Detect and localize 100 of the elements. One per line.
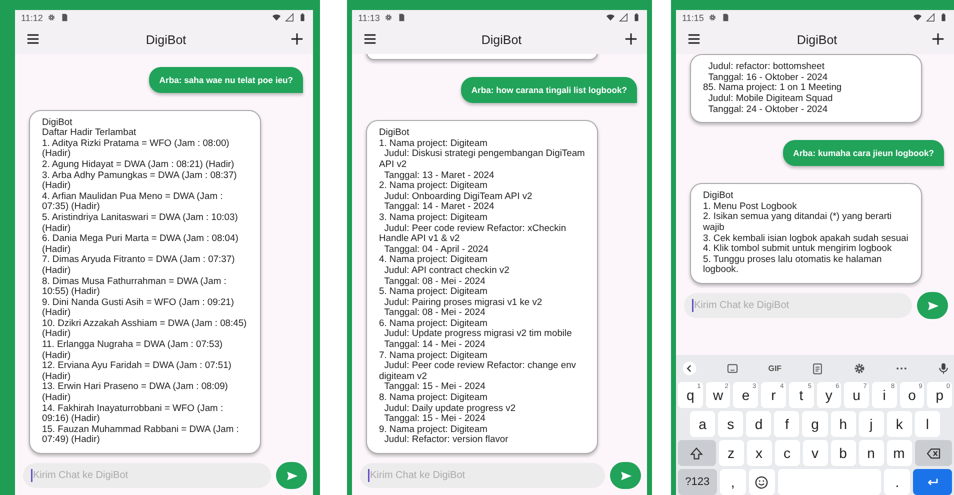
key[interactable]: x (746, 440, 772, 466)
message-line: 2. Agung Hidayat = DWA (Jam : 08:21) (Hadir) (42, 158, 236, 170)
sender-name: DigiBot (379, 127, 410, 138)
key[interactable]: , (720, 469, 746, 495)
message-line: 11. Erlangga Nugraha = DWA (Jam : 07:53) (Hadir) (42, 339, 224, 360)
message-line: 2. Isikan semua yang ditandai (*) yang berarti wajib (703, 211, 893, 233)
status-time: 11:15 (682, 12, 704, 22)
message-line: Judul: Peer code review Refactor: xCheckin Handle API v1 & v2 (379, 222, 568, 244)
chat-input-field[interactable]: Kirim Chat ke DigiBot (360, 463, 605, 488)
key[interactable]: h (830, 411, 856, 437)
backspace-key[interactable] (914, 440, 952, 466)
symbols-key[interactable]: ?123 (678, 469, 717, 495)
message-line: Tanggal: 16 - Oktober - 2024 (707, 72, 829, 82)
smiley-icon (754, 474, 770, 490)
key[interactable]: m (886, 440, 912, 466)
message-line: 1. Nama project: Digiteam (379, 138, 488, 148)
chat-input-field[interactable]: Kirim Chat ke DigiBot (684, 293, 912, 318)
app-title: DigiBot (144, 32, 188, 46)
message-line: Judul: Refactor: version flavor (383, 434, 510, 445)
message-line: 5. Nama project: Digiteam (379, 286, 488, 297)
sd-card-icon (60, 13, 69, 22)
message-line: Tanggal: 15 - Mei - 2024 (383, 413, 486, 424)
backspace-icon (926, 446, 941, 460)
status-time: 11:13 (358, 12, 380, 22)
key[interactable]: f (774, 411, 800, 437)
message-line: 4. Arfian Maulidan Pua Meno = DWA (Jam : 07:35) (Hadir) (42, 190, 224, 212)
message-line: Tanggal: 13 - Maret - 2024 (383, 170, 496, 180)
message-line: 9. Dini Nanda Gusti Asih = WFO (Jam : 09:21) (Hadir) (42, 296, 235, 318)
plus-icon (623, 30, 639, 46)
message-line: Daftar Hadir Terlambat (42, 127, 138, 138)
battery-icon (632, 13, 641, 22)
message-line: Judul: Onboarding DigiTeam API v2 (383, 190, 534, 202)
shift-arrow-icon (689, 446, 704, 460)
send-button[interactable] (276, 462, 307, 489)
message-line: 6. Nama project: Digiteam (379, 318, 488, 328)
message-line: Judul: Pairing proses migrasi v1 ke v2 (383, 296, 544, 308)
message-line: Tanggal: 14 - Maret - 2024 (383, 201, 494, 212)
back-icon[interactable] (682, 360, 697, 376)
battery-icon (298, 13, 307, 22)
key[interactable]: l (914, 411, 940, 437)
key[interactable]: g (802, 411, 828, 437)
signal-icon (619, 13, 628, 22)
settings-icon[interactable] (852, 362, 866, 374)
plus-icon (289, 30, 305, 46)
message-line: 8. Dimas Musa Fathurrahman = DWA (Jam : 10:55) (Hadir) (42, 276, 228, 297)
message-line: Tanggal: 24 - Oktober - 2024 (707, 104, 828, 114)
user-message-bubble: Arba: saha wae nu telat poe ieu? (149, 66, 303, 93)
message-line: 7. Nama project: Digiteam (379, 350, 488, 360)
user-message-bubble: Arba: how carana tingali list logbook? (461, 77, 637, 104)
chat-input-field[interactable]: Kirim Chat ke DigiBot (23, 463, 271, 488)
key[interactable]: c (774, 440, 800, 466)
message-line: Judul: Diskusi strategi pengembangan DigiTeam API v2 (379, 148, 586, 170)
key[interactable]: j (858, 411, 884, 437)
key[interactable]: v (802, 440, 828, 466)
user-message-bubble: Arba: kumaha cara jieun logbook? (783, 140, 944, 166)
message-line: 4. Klik tombol submit untuk mengirim logbook (703, 243, 893, 254)
message-line: 10. Dzikri Azzakah Asshiam = DWA (Jam : 08:45) (Hadir) (42, 318, 248, 340)
send-button[interactable] (917, 292, 948, 319)
message-line: 3. Arba Adhy Pamungkas = DWA (Jam : 08:37) (Hadir) (42, 170, 238, 191)
key[interactable]: z (718, 440, 744, 466)
message-line: Tanggal: 08 - Mei - 2024 (383, 276, 486, 286)
message-line: 8. Nama project: Digiteam (379, 392, 488, 403)
key[interactable]: d (746, 411, 772, 437)
message-line: 15. Fauzan Muhammad Rabbani = DWA (Jam : 07:49) (Hadir) (42, 424, 240, 445)
gif-button[interactable]: GIF (768, 364, 782, 372)
wifi-icon (272, 13, 281, 22)
gear-icon (384, 13, 393, 22)
key[interactable]: s (718, 411, 744, 437)
battery-icon (939, 13, 948, 22)
message-line: Tanggal: 15 - Mei - 2024 (384, 381, 486, 392)
message-line: 5. Tunggu proses lalu otomatis ke halaman logbook. (703, 254, 882, 275)
key[interactable]: b (830, 440, 856, 466)
message-line: 6. Dania Mega Puri Marta = DWA (Jam : 08:04) (Hadir) (42, 233, 240, 254)
signal-icon (926, 13, 935, 22)
app-title: DigiBot (480, 32, 523, 46)
shift-key[interactable] (678, 440, 716, 466)
message-line: 1. Aditya Rizki Pratama = WFO (Jam : 08:00) (Hadir) (42, 138, 230, 159)
microphone-icon[interactable] (937, 362, 950, 374)
sender-name: DigiBot (703, 190, 734, 201)
key[interactable]: a (690, 411, 716, 437)
clipboard-icon[interactable] (810, 362, 824, 374)
enter-key[interactable] (913, 469, 952, 495)
message-line: 13. Erwin Hari Praseno = DWA (Jam : 08:09) (Hadir) (42, 381, 229, 403)
message-line: Judul: Mobile Digiteam Squad (707, 93, 834, 104)
key[interactable]: n (858, 440, 884, 466)
signal-icon (285, 13, 294, 22)
sticker-icon[interactable] (726, 362, 740, 374)
gear-icon (708, 13, 717, 22)
message-line: 9. Nama project: Digiteam (379, 424, 488, 434)
key[interactable]: k (886, 411, 912, 437)
message-line: Tanggal: 08 - Mei - 2024 (383, 307, 486, 318)
wifi-icon (606, 13, 615, 22)
message-line: 14. Fakhirah Inayaturrobbani = WFO (Jam : 09:16) (Hadir) (42, 402, 224, 424)
plus-icon (930, 30, 946, 46)
message-line: Judul: Daily update progress v2 (383, 402, 517, 414)
message-line: 5. Aristindriya Lanitaswari = DWA (Jam : 10:03) (Hadir) (42, 212, 239, 234)
message-line: Tanggal: 14 - Mei - 2024 (383, 339, 486, 350)
emoji-key[interactable] (748, 469, 775, 495)
send-button[interactable] (610, 462, 641, 489)
key[interactable]: . (884, 469, 910, 495)
